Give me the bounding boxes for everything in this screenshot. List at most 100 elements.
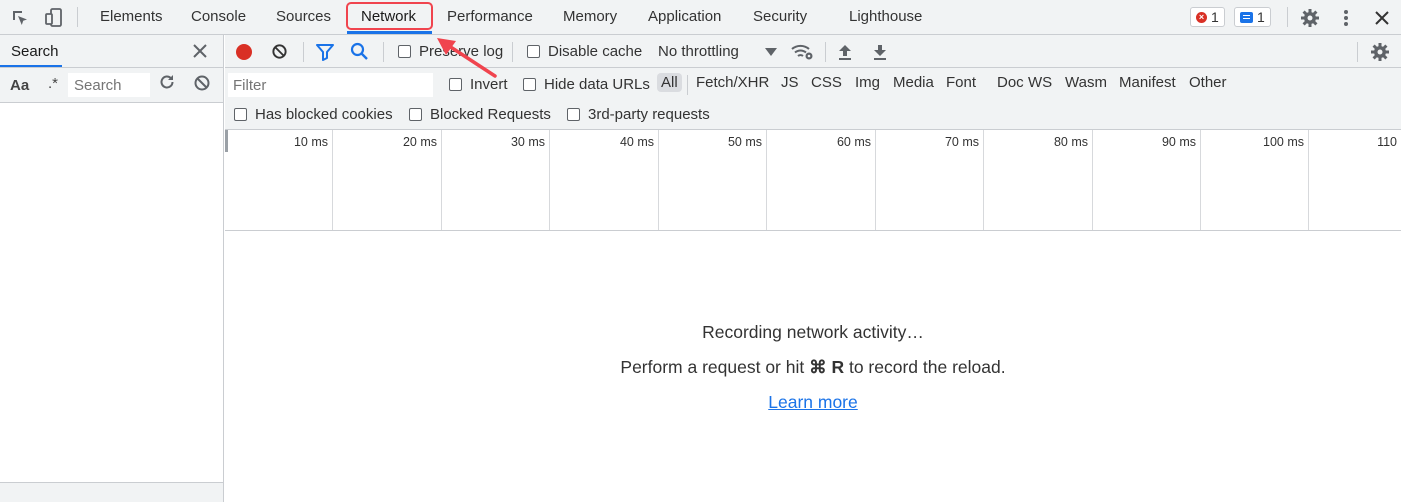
import-har-button[interactable] [837, 35, 853, 68]
invert-option[interactable]: Invert [449, 76, 508, 93]
recording-status-text: Recording network activity… [702, 322, 924, 342]
chevron-down-icon [764, 47, 777, 56]
invert-label: Invert [470, 76, 508, 93]
third-party-requests-checkbox[interactable] [567, 108, 580, 121]
timeline-division: 50 ms [659, 130, 767, 230]
download-icon [874, 44, 886, 60]
type-filter-css[interactable]: CSS [811, 74, 842, 91]
disable-cache-checkbox[interactable] [527, 45, 540, 58]
has-blocked-cookies-checkbox[interactable] [234, 108, 247, 121]
tab-memory[interactable]: Memory [563, 8, 617, 25]
message-count-badge[interactable]: 1 [1234, 7, 1271, 27]
error-count-badge[interactable]: × 1 [1190, 7, 1225, 27]
export-har-button[interactable] [872, 35, 888, 68]
timeline-division: 40 ms [550, 130, 659, 230]
tab-performance[interactable]: Performance [447, 8, 533, 25]
regex-toggle[interactable]: .* [48, 75, 58, 92]
reload-shortcut-keys: ⌘ R [809, 357, 845, 377]
more-options-icon[interactable] [1335, 7, 1357, 29]
network-filter-bar: Invert Hide data URLs All Fetch/XHR JS C… [225, 68, 1401, 130]
blocked-requests-option[interactable]: Blocked Requests [409, 106, 551, 123]
type-filter-ws[interactable]: WS [1028, 74, 1052, 91]
type-filter-media[interactable]: Media [893, 74, 934, 91]
network-settings-button[interactable] [1370, 35, 1390, 68]
type-filter-other[interactable]: Other [1189, 74, 1227, 91]
disable-cache-option[interactable]: Disable cache [527, 35, 642, 68]
invert-checkbox[interactable] [449, 78, 462, 91]
tab-application[interactable]: Application [648, 8, 721, 25]
timeline-division: 110 [1309, 130, 1401, 230]
type-filter-wasm[interactable]: Wasm [1065, 74, 1107, 91]
search-icon [350, 42, 368, 60]
hide-data-urls-label: Hide data URLs [544, 76, 650, 93]
clear-icon [272, 44, 287, 59]
type-filter-doc[interactable]: Doc [997, 74, 1024, 91]
wifi-settings-icon [791, 44, 813, 59]
hide-data-urls-option[interactable]: Hide data URLs [523, 76, 650, 93]
reload-hint-prefix: Perform a request or hit [620, 357, 810, 377]
close-search-icon[interactable] [193, 40, 207, 64]
blocked-requests-checkbox[interactable] [409, 108, 422, 121]
tab-lighthouse[interactable]: Lighthouse [849, 8, 922, 25]
reload-hint-text: Perform a request or hit ⌘ R to record t… [225, 357, 1401, 378]
error-icon: × [1196, 11, 1207, 23]
match-case-toggle[interactable]: Aa [10, 77, 29, 94]
timeline-tick-label: 110 [1377, 135, 1397, 149]
timeline-tick-label: 50 ms [727, 135, 762, 149]
timeline-division: 80 ms [984, 130, 1093, 230]
search-button[interactable] [350, 35, 369, 68]
timeline-division: 60 ms [767, 130, 876, 230]
inspect-element-icon[interactable] [9, 7, 31, 29]
timeline-tick-label: 30 ms [510, 135, 545, 149]
timeline-tick-label: 60 ms [836, 135, 871, 149]
search-input[interactable] [68, 73, 150, 97]
third-party-requests-option[interactable]: 3rd-party requests [567, 106, 710, 123]
network-conditions-button[interactable] [790, 35, 814, 68]
record-button[interactable] [236, 35, 252, 68]
timeline-division: 90 ms [1093, 130, 1201, 230]
has-blocked-cookies-option[interactable]: Has blocked cookies [234, 106, 393, 123]
type-filter-fetch-xhr[interactable]: Fetch/XHR [696, 74, 769, 91]
has-blocked-cookies-label: Has blocked cookies [255, 106, 393, 123]
close-devtools-icon[interactable] [1371, 7, 1393, 29]
tab-console[interactable]: Console [191, 8, 246, 25]
device-toolbar-icon[interactable] [43, 7, 65, 29]
message-count: 1 [1257, 9, 1265, 25]
devtools-tab-bar: Elements Console Sources Network Perform… [0, 0, 1401, 35]
refresh-icon[interactable] [158, 73, 176, 95]
reload-hint-suffix: to record the reload. [844, 357, 1006, 377]
tab-sources[interactable]: Sources [276, 8, 331, 25]
type-filter-manifest[interactable]: Manifest [1119, 74, 1176, 91]
filter-input[interactable] [228, 73, 433, 97]
upload-icon [839, 44, 851, 60]
type-filter-all[interactable]: All [657, 73, 682, 92]
tab-elements[interactable]: Elements [100, 8, 163, 25]
preserve-log-label: Preserve log [419, 43, 504, 60]
type-filter-img[interactable]: Img [855, 74, 880, 91]
preserve-log-option[interactable]: Preserve log [398, 35, 503, 68]
preserve-log-checkbox[interactable] [398, 45, 411, 58]
filter-icon [316, 43, 334, 61]
timeline-division: 100 ms [1201, 130, 1309, 230]
network-tab-highlight [346, 2, 433, 30]
timeline-division: 70 ms [876, 130, 984, 230]
timeline-division: 30 ms [442, 130, 550, 230]
search-status-bar [0, 482, 223, 502]
search-drawer-title[interactable]: Search [11, 43, 59, 60]
clear-search-icon[interactable] [193, 74, 211, 96]
error-count: 1 [1211, 9, 1219, 25]
type-filter-js[interactable]: JS [781, 74, 799, 91]
throttling-select[interactable]: No throttling [658, 35, 777, 68]
disable-cache-label: Disable cache [548, 43, 643, 60]
timeline-tick-label: 80 ms [1053, 135, 1088, 149]
learn-more-link[interactable]: Learn more [768, 392, 858, 412]
timeline-division: 20 ms [333, 130, 442, 230]
filter-toggle-button[interactable] [315, 35, 335, 68]
clear-log-button[interactable] [271, 35, 288, 68]
type-filter-font[interactable]: Font [946, 74, 976, 91]
hide-data-urls-checkbox[interactable] [523, 78, 536, 91]
tab-security[interactable]: Security [753, 8, 807, 25]
settings-gear-icon[interactable] [1299, 7, 1321, 29]
network-overview-timeline[interactable]: 10 ms 20 ms 30 ms 40 ms 50 ms 60 ms 70 m… [225, 130, 1401, 231]
active-tab-indicator [347, 31, 432, 34]
